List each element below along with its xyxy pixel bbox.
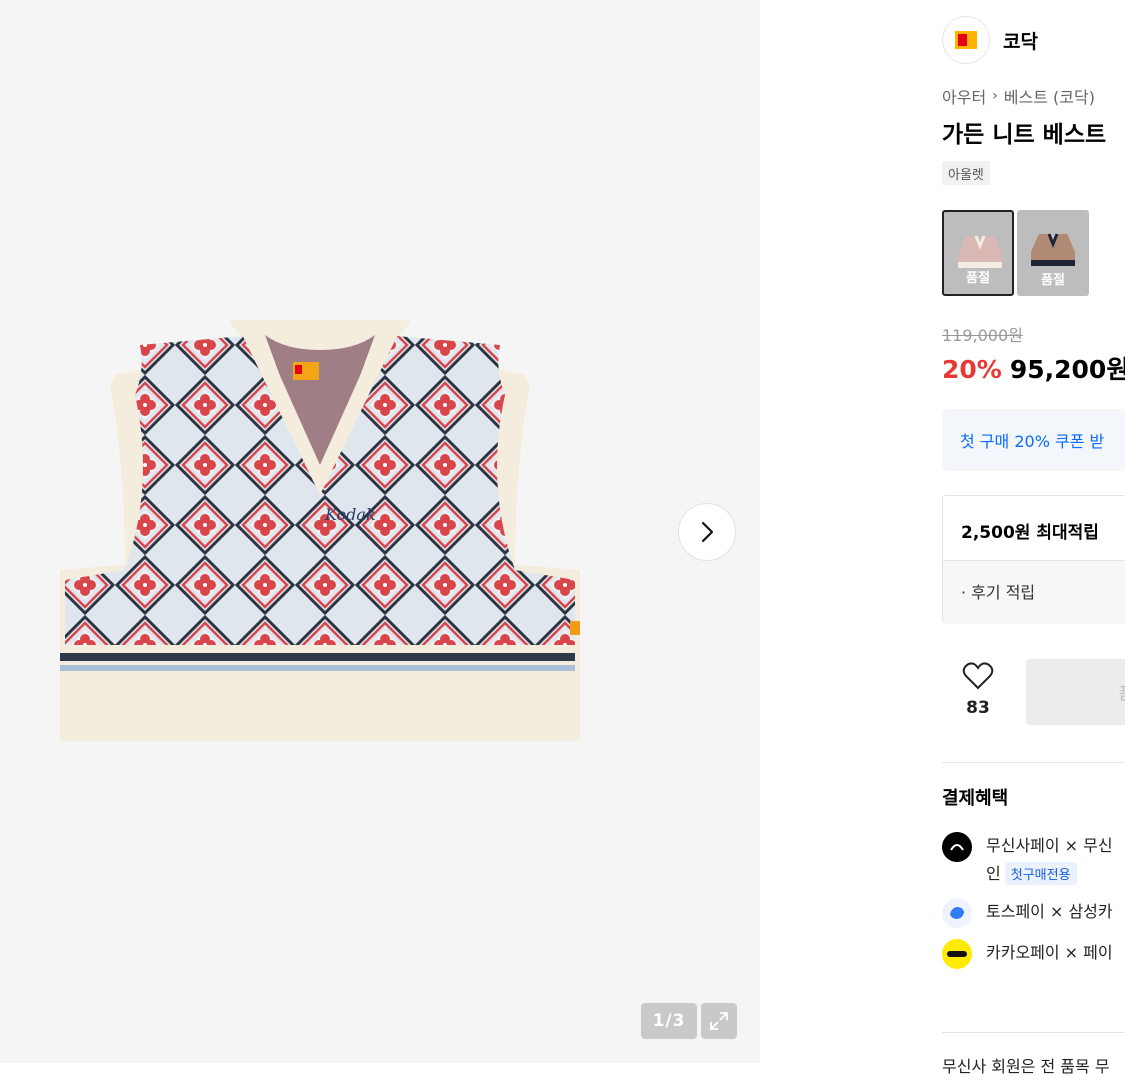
gallery-footer (0, 1063, 918, 1084)
svg-text:Kodak: Kodak (324, 505, 376, 524)
benefit-kakao-pay[interactable]: 카카오페이 × 페이 (942, 939, 1113, 969)
product-image[interactable]: Kodak (55, 315, 585, 750)
review-points: · 후기 적립 (943, 560, 1125, 624)
first-purchase-badge: 첫구매전용 (1004, 862, 1077, 885)
divider (942, 762, 1125, 763)
member-note: 무신사 회원은 전 품목 무 (942, 1057, 1110, 1076)
divider (942, 1032, 1125, 1033)
benefit-text: 토스페이 × 삼성카 (986, 902, 1113, 921)
vest-thumbnail-icon (958, 235, 1002, 268)
benefit-text: 무신사페이 × 무신 (986, 836, 1113, 855)
sale-price-row: 20% 95,200원 (942, 350, 1125, 386)
kakao-pay-icon (942, 939, 972, 969)
chevron-right-icon (701, 521, 714, 543)
musinsa-pay-icon (942, 832, 972, 862)
payment-benefits-title: 결제혜택 (942, 788, 1009, 809)
points-box: 2,500원 최대적립 · 후기 적립 (942, 495, 1125, 624)
buy-button[interactable]: 품 (1026, 659, 1125, 725)
brand-row[interactable]: 코닥 (942, 16, 1038, 64)
next-image-button[interactable] (678, 503, 736, 561)
vest-thumbnail-icon (1031, 233, 1075, 266)
expand-icon (710, 1012, 728, 1030)
product-gallery: Kodak 1/3 (0, 0, 760, 1063)
breadcrumb-category[interactable]: 아우터 (942, 84, 986, 108)
like-count: 83 (966, 698, 990, 718)
product-page: Kodak 1/3 코닥 아우터 › 베스트 (코닥) 가든 니트 베스트 아울… (0, 0, 1125, 1084)
breadcrumb-subcategory[interactable]: 베스트 (코닥) (1004, 84, 1095, 108)
brand-name[interactable]: 코닥 (1003, 27, 1038, 54)
sale-price: 95,200원 (1009, 355, 1125, 384)
benefit-toss-pay[interactable]: 토스페이 × 삼성카 (942, 898, 1113, 928)
soldout-label: 품절 (1041, 273, 1065, 288)
like-button[interactable]: 83 (942, 662, 1014, 718)
benefit-text-line2: 인 (986, 864, 1001, 883)
benefit-text: 카카오페이 × 페이 (986, 943, 1113, 962)
swatch-option-1[interactable]: 품절 (942, 210, 1014, 296)
benefit-musinsa-pay[interactable]: 무신사페이 × 무신 인 첫구매전용 (942, 832, 1113, 885)
color-swatches: 품절 품절 (942, 210, 1089, 296)
original-price: 119,000원 (942, 326, 1023, 345)
chevron-right-icon: › (992, 88, 998, 104)
product-title: 가든 니트 베스트 (942, 122, 1107, 148)
buy-button-label: 품 (1119, 680, 1125, 704)
kodak-logo-icon (955, 31, 977, 49)
soldout-label: 품절 (966, 271, 990, 286)
outlet-tag: 아울렛 (942, 161, 990, 185)
brand-logo[interactable] (942, 16, 990, 64)
breadcrumb: 아우터 › 베스트 (코닥) (942, 84, 1095, 108)
heart-icon (962, 662, 994, 690)
points-title: 2,500원 최대적립 (961, 523, 1099, 543)
discount-rate: 20% (942, 355, 1002, 384)
toss-pay-icon (942, 898, 972, 928)
expand-image-button[interactable] (701, 1003, 737, 1039)
image-pager: 1/3 (641, 1003, 697, 1039)
swatch-option-2[interactable]: 품절 (1017, 210, 1089, 296)
first-purchase-coupon[interactable]: 첫 구매 20% 쿠폰 받 (942, 409, 1125, 471)
product-info-panel: 코닥 아우터 › 베스트 (코닥) 가든 니트 베스트 아울렛 품절 품절 11… (918, 0, 1125, 1084)
